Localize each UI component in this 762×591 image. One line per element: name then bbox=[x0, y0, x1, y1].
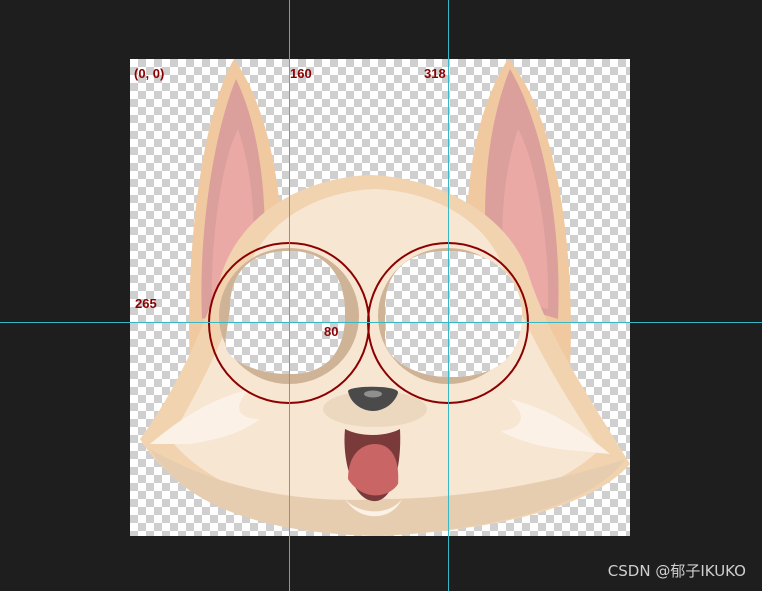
y-label-265: 265 bbox=[135, 296, 157, 311]
x-label-160: 160 bbox=[290, 66, 312, 81]
vertical-guide-right[interactable] bbox=[448, 0, 449, 591]
watermark: CSDN @郁子IKUKO bbox=[607, 562, 746, 580]
editor-stage: (0, 0) 160 318 265 80 CSDN @郁子IKUKO bbox=[0, 0, 762, 591]
horizontal-guide[interactable] bbox=[0, 322, 762, 323]
annotation-overlay bbox=[208, 242, 529, 404]
origin-label: (0, 0) bbox=[134, 66, 165, 81]
image-canvas[interactable] bbox=[130, 59, 630, 536]
radius-label: 80 bbox=[324, 324, 339, 339]
vertical-guide-left[interactable] bbox=[289, 0, 290, 591]
x-label-318: 318 bbox=[424, 66, 446, 81]
